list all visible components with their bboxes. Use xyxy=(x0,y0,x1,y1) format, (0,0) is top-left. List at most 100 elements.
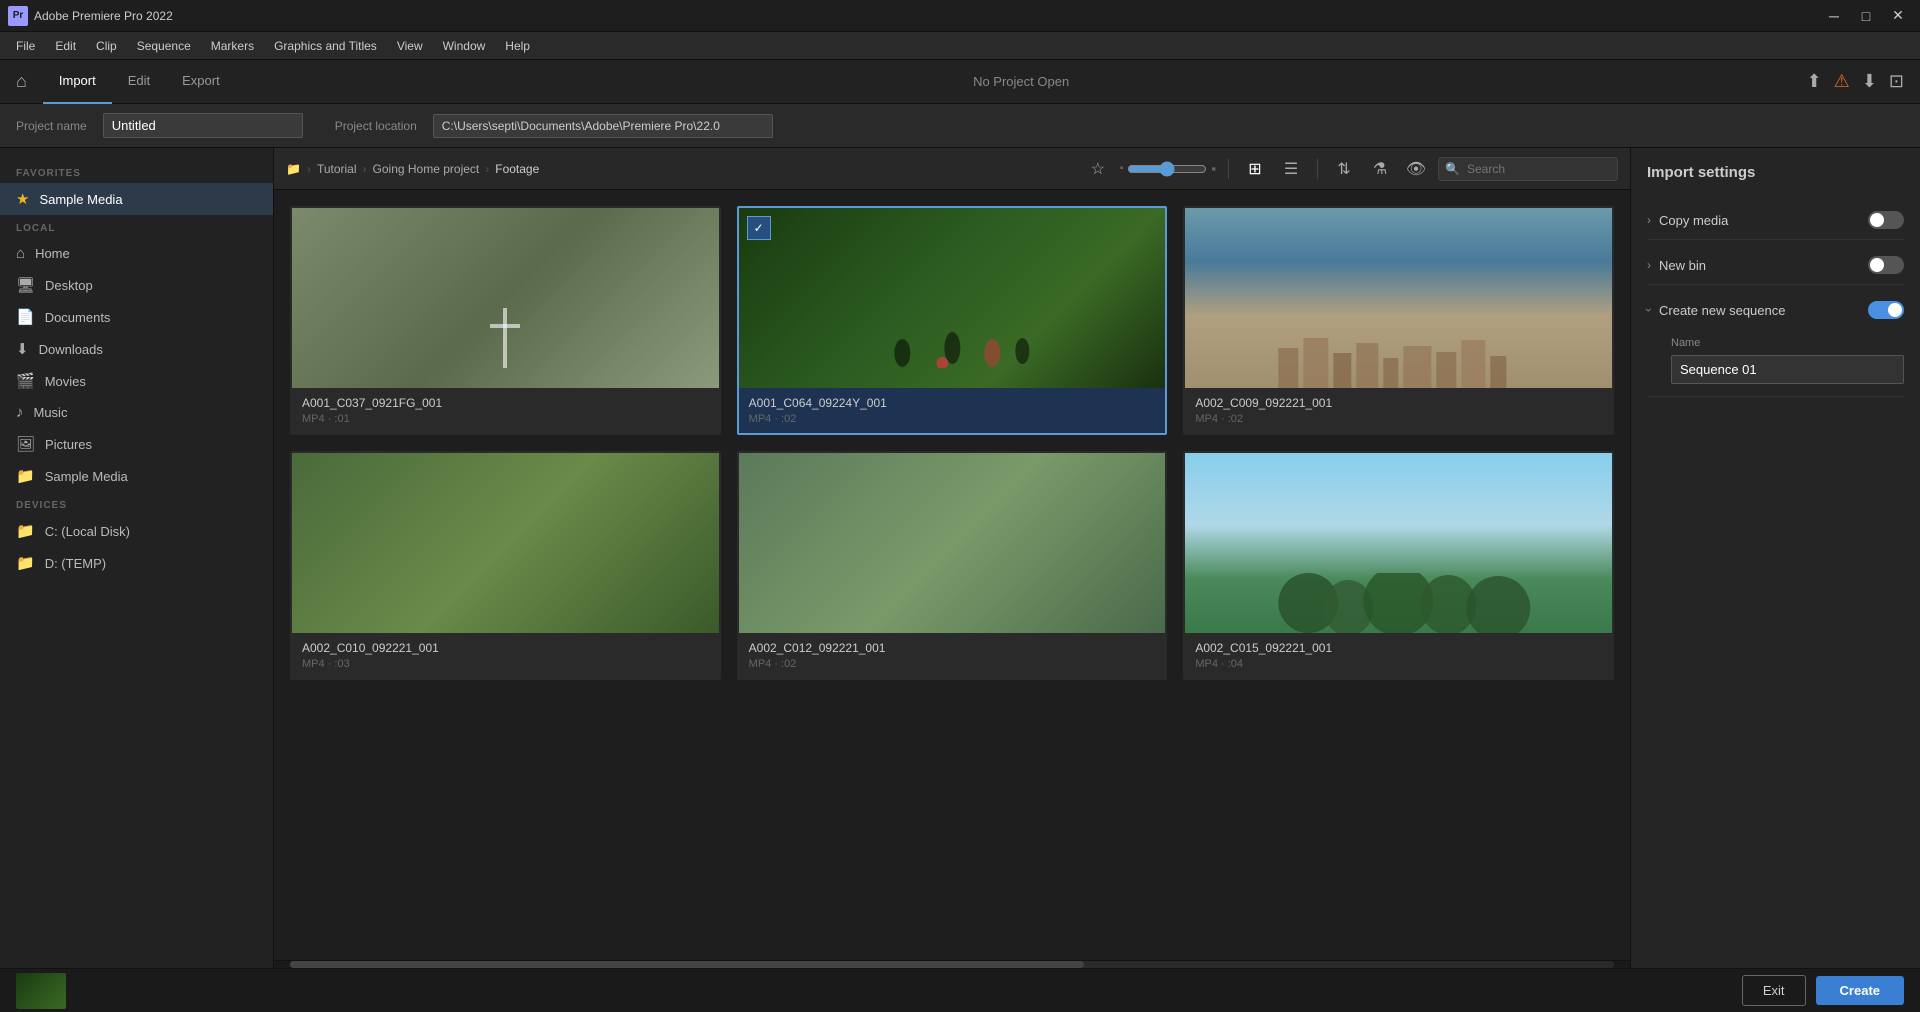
breadcrumb-root-icon[interactable]: 📁 xyxy=(286,162,301,176)
import-settings-panel: Import settings › Copy media › New bin xyxy=(1630,148,1920,968)
thumb-preview-image xyxy=(16,973,66,1009)
copy-media-toggle[interactable] xyxy=(1868,211,1904,229)
create-sequence-row[interactable]: › Create new sequence xyxy=(1647,291,1904,329)
sidebar-item-label: D: (TEMP) xyxy=(45,556,106,571)
tab-import[interactable]: Import xyxy=(43,60,112,104)
new-bin-section: › New bin xyxy=(1647,246,1904,285)
horizontal-scrollbar[interactable] xyxy=(274,960,1630,968)
menu-item-view[interactable]: View xyxy=(389,37,431,55)
media-thumbnail xyxy=(739,453,1166,633)
copy-media-section: › Copy media xyxy=(1647,201,1904,240)
media-item[interactable]: A002_C009_092221_001 MP4 · :02 xyxy=(1183,206,1614,435)
maximize-button[interactable]: □ xyxy=(1852,6,1880,26)
disk-d-icon: 📁 xyxy=(16,554,35,572)
app-title: Adobe Premiere Pro 2022 xyxy=(34,9,1820,23)
sidebar-item-label: Downloads xyxy=(39,342,103,357)
sidebar-item-downloads[interactable]: ⬇ Downloads xyxy=(0,333,273,365)
sidebar-item-sample-media-fav[interactable]: ★ Sample Media xyxy=(0,183,273,215)
pictures-icon: 🖼 xyxy=(16,435,35,453)
sidebar-item-music[interactable]: ♪ Music xyxy=(0,397,273,428)
media-meta: MP4 · :02 xyxy=(749,413,1156,425)
project-location-label: Project location xyxy=(335,119,417,133)
media-item[interactable]: ✓ A001_C064_09224Y_001 MP4 · :02 xyxy=(737,206,1168,435)
media-item[interactable]: A001_C037_0921FG_001 MP4 · :01 xyxy=(290,206,721,435)
new-bin-label: New bin xyxy=(1659,258,1860,273)
breadcrumb-going-home[interactable]: Going Home project xyxy=(373,162,480,176)
project-name-input[interactable] xyxy=(103,113,303,138)
media-name: A002_C012_092221_001 xyxy=(749,641,1156,655)
media-name: A002_C009_092221_001 xyxy=(1195,396,1602,410)
slider-max-icon: ▪ xyxy=(1211,161,1216,176)
exit-button[interactable]: Exit xyxy=(1742,975,1806,1006)
favorite-button[interactable]: ☆ xyxy=(1084,155,1112,183)
media-item[interactable]: A002_C012_092221_001 MP4 · :02 xyxy=(737,451,1168,680)
menu-item-window[interactable]: Window xyxy=(435,37,494,55)
thumbnail-size-slider[interactable]: ▪ ▪ xyxy=(1120,161,1216,177)
menu-item-help[interactable]: Help xyxy=(497,37,538,55)
new-bin-toggle[interactable] xyxy=(1868,256,1904,274)
copy-media-label: Copy media xyxy=(1659,213,1860,228)
media-name: A002_C015_092221_001 xyxy=(1195,641,1602,655)
devices-label: DEVICES xyxy=(0,492,273,515)
export-icon[interactable]: ⬇ xyxy=(1862,71,1877,92)
tab-export[interactable]: Export xyxy=(166,60,236,104)
sidebar-item-pictures[interactable]: 🖼 Pictures xyxy=(0,428,273,460)
sidebar-item-label: Sample Media xyxy=(45,469,128,484)
import-icon[interactable]: ⬆ xyxy=(1807,71,1822,92)
home-button[interactable]: ⌂ xyxy=(16,71,27,92)
title-bar: Pr Adobe Premiere Pro 2022 ─ □ ✕ xyxy=(0,0,1920,32)
media-item[interactable]: A002_C015_092221_001 MP4 · :04 xyxy=(1183,451,1614,680)
menu-item-sequence[interactable]: Sequence xyxy=(129,37,199,55)
menu-item-clip[interactable]: Clip xyxy=(88,37,125,55)
tab-edit[interactable]: Edit xyxy=(112,60,166,104)
app-icon: Pr xyxy=(8,6,28,26)
minimize-button[interactable]: ─ xyxy=(1820,6,1848,26)
breadcrumb-tutorial[interactable]: Tutorial xyxy=(317,162,357,176)
sequence-name-input[interactable] xyxy=(1671,355,1904,384)
sidebar-item-sample-media[interactable]: 📁 Sample Media xyxy=(0,460,273,492)
grid-view-button[interactable]: ⊞ xyxy=(1241,155,1269,183)
browser-toolbar: 📁 › Tutorial › Going Home project › Foot… xyxy=(274,148,1630,190)
sidebar-item-movies[interactable]: 🎬 Movies xyxy=(0,365,273,397)
sidebar-item-label: Home xyxy=(35,246,70,261)
preview-button[interactable]: 👁 xyxy=(1402,155,1430,183)
project-location-select[interactable]: C:\Users\septi\Documents\Adobe\Premiere … xyxy=(433,114,773,138)
list-view-button[interactable]: ☰ xyxy=(1277,155,1305,183)
menu-item-file[interactable]: File xyxy=(8,37,43,55)
settings-icon[interactable]: ⊡ xyxy=(1889,71,1904,92)
menu-item-markers[interactable]: Markers xyxy=(203,37,262,55)
movies-icon: 🎬 xyxy=(16,372,35,390)
media-thumbnail xyxy=(1185,453,1612,633)
sidebar-item-home[interactable]: ⌂ Home xyxy=(0,238,273,269)
copy-media-row[interactable]: › Copy media xyxy=(1647,201,1904,239)
breadcrumb-footage[interactable]: Footage xyxy=(495,162,539,176)
close-button[interactable]: ✕ xyxy=(1884,6,1912,26)
size-slider-input[interactable] xyxy=(1127,161,1207,177)
top-right-icons: ⬆ ⚠ ⬇ ⊡ xyxy=(1807,71,1904,92)
search-input[interactable] xyxy=(1438,157,1618,181)
sidebar-item-temp-disk[interactable]: 📁 D: (TEMP) xyxy=(0,547,273,579)
media-thumbnail: ✓ xyxy=(739,208,1166,388)
new-bin-row[interactable]: › New bin xyxy=(1647,246,1904,284)
sidebar-item-desktop[interactable]: 🖥 Desktop xyxy=(0,269,273,301)
filter-button[interactable]: ⚗ xyxy=(1366,155,1394,183)
center-title: No Project Open xyxy=(236,74,1807,89)
sidebar-item-documents[interactable]: 📄 Documents xyxy=(0,301,273,333)
sidebar-item-local-disk[interactable]: 📁 C: (Local Disk) xyxy=(0,515,273,547)
media-item[interactable]: A002_C010_092221_001 MP4 · :03 xyxy=(290,451,721,680)
menu-item-edit[interactable]: Edit xyxy=(47,37,84,55)
media-thumbnail xyxy=(292,208,719,388)
breadcrumb: 📁 › Tutorial › Going Home project › Foot… xyxy=(286,162,539,176)
new-bin-chevron: › xyxy=(1647,258,1651,272)
create-button[interactable]: Create xyxy=(1816,976,1904,1005)
sidebar-item-label: Pictures xyxy=(45,437,92,452)
create-sequence-toggle[interactable] xyxy=(1868,301,1904,319)
menu-item-graphics and titles[interactable]: Graphics and Titles xyxy=(266,37,385,55)
slider-min-icon: ▪ xyxy=(1120,163,1124,174)
alert-icon[interactable]: ⚠ xyxy=(1834,71,1850,92)
media-name: A002_C010_092221_001 xyxy=(302,641,709,655)
sort-button[interactable]: ⇅ xyxy=(1330,155,1358,183)
nature-scene-svg xyxy=(1185,573,1612,633)
create-sequence-section: › Create new sequence Name xyxy=(1647,291,1904,397)
media-meta: MP4 · :03 xyxy=(302,658,709,670)
